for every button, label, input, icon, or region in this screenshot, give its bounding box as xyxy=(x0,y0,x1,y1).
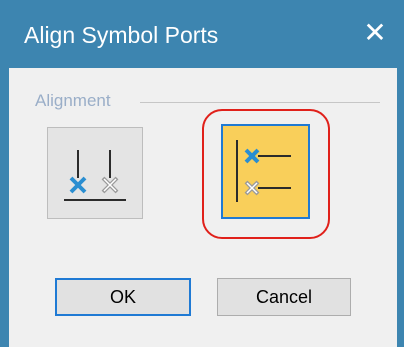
align-symbol-ports-dialog: Align Symbol Ports ✕ Alignment OK Cancel xyxy=(0,0,397,347)
align-left-button[interactable] xyxy=(221,124,310,219)
close-icon[interactable]: ✕ xyxy=(360,18,390,48)
cancel-button[interactable]: Cancel xyxy=(217,278,351,316)
alignment-group-label: Alignment xyxy=(35,91,111,110)
align-bottom-button[interactable] xyxy=(47,127,143,219)
title-bar[interactable]: Align Symbol Ports ✕ xyxy=(0,0,397,68)
align-left-icon xyxy=(236,140,291,202)
ok-button[interactable]: OK xyxy=(55,278,191,316)
window-border xyxy=(0,68,9,347)
group-divider xyxy=(140,102,380,103)
dialog-title: Align Symbol Ports xyxy=(24,22,219,48)
align-bottom-icon xyxy=(64,150,126,201)
